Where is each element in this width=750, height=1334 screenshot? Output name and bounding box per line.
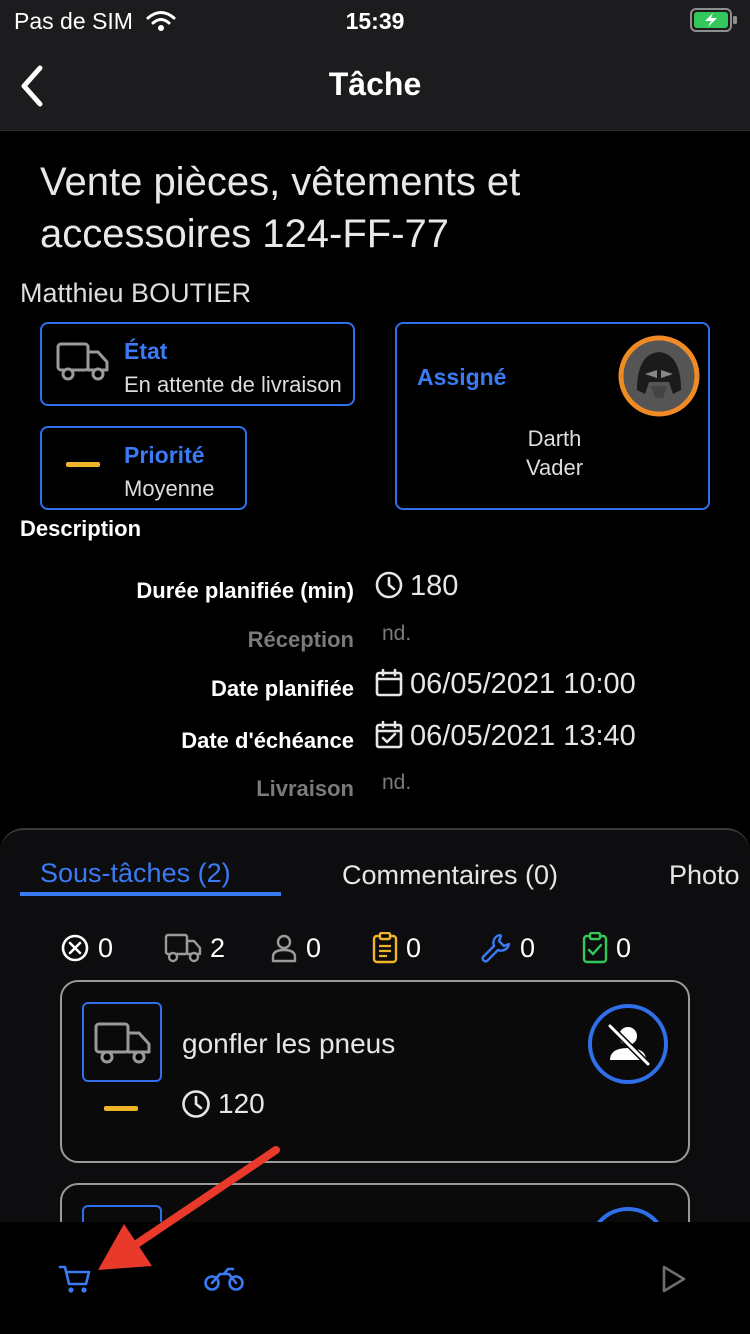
cart-icon[interactable]	[58, 1264, 92, 1294]
due-date-label: Date d'échéance	[181, 728, 354, 753]
counter-value: 0	[306, 932, 322, 963]
active-tab-indicator	[20, 892, 281, 896]
delivery-value: nd.	[382, 771, 412, 794]
state-card[interactable]: État En attente de livraison	[40, 322, 355, 406]
counter-value: 0	[98, 932, 114, 963]
assigned-card[interactable]: Assigné Darth Vader	[395, 322, 710, 510]
assignee-first-name: Darth	[527, 426, 582, 451]
reception-label: Réception	[247, 627, 354, 652]
due-date-value: 06/05/2021 13:40	[410, 720, 636, 752]
subtask-title: gonfler les pneus	[182, 1028, 396, 1059]
counter-cancelled[interactable]: 0	[60, 930, 113, 966]
nav-title: Tâche	[328, 66, 422, 102]
description-heading: Description	[20, 516, 142, 541]
priority-medium-icon	[104, 1106, 138, 1111]
subtask-card[interactable]: gonfler les pneus 120	[60, 980, 690, 1163]
battery-icon	[690, 8, 737, 32]
clock: 15:39	[345, 8, 405, 34]
motorcycle-icon[interactable]	[204, 1266, 244, 1292]
x-circle-icon	[61, 934, 89, 962]
truck-icon	[94, 1022, 151, 1064]
status-bar: Pas de SIM 15:39	[0, 0, 750, 44]
reception-value: nd.	[382, 622, 412, 645]
counter-in-progress[interactable]: 0	[480, 930, 535, 966]
assigned-label: Assigné	[417, 364, 507, 390]
counter-value: 2	[210, 932, 226, 963]
bottom-toolbar	[0, 1222, 750, 1334]
counter-done[interactable]: 0	[582, 930, 631, 966]
tab-photos[interactable]: Photo	[669, 860, 740, 891]
truck-icon	[164, 933, 202, 963]
counter-delivery[interactable]: 2	[164, 930, 225, 966]
priority-label: Priorité	[124, 442, 205, 468]
clipboard-icon	[372, 932, 398, 964]
task-title: Vente pièces, vêtements et accessoires 1…	[40, 160, 521, 256]
planned-date-label: Date planifiée	[210, 676, 354, 701]
delivery-label: Livraison	[256, 776, 354, 801]
state-value: En attente de livraison	[124, 372, 342, 397]
priority-medium-icon	[66, 462, 100, 467]
clock-icon	[375, 571, 403, 599]
counter-unassigned[interactable]: 0	[270, 930, 321, 966]
calendar-icon	[375, 668, 403, 697]
counter-value: 0	[520, 932, 536, 963]
planned-date-value: 06/05/2021 10:00	[410, 668, 636, 700]
clipboard-check-icon	[582, 932, 608, 964]
counter-value: 0	[616, 932, 632, 963]
unassigned-user-icon[interactable]	[586, 1002, 670, 1086]
priority-card[interactable]: Priorité Moyenne	[40, 426, 247, 510]
counter-value: 0	[406, 932, 422, 963]
navigation-bar: Tâche	[0, 44, 750, 131]
play-icon[interactable]	[660, 1264, 688, 1294]
assignee-last-name: Vader	[525, 455, 584, 480]
truck-icon	[56, 342, 109, 381]
priority-value: Moyenne	[124, 476, 215, 501]
customer-name: Matthieu BOUTIER	[20, 278, 252, 308]
tab-subtasks[interactable]: Sous-tâches (2)	[40, 858, 231, 889]
tab-comments[interactable]: Commentaires (0)	[342, 860, 558, 891]
person-icon	[271, 934, 297, 963]
calendar-check-icon	[375, 720, 403, 749]
clock-icon	[182, 1090, 210, 1118]
wrench-icon	[481, 933, 511, 963]
counter-todo[interactable]: 0	[372, 930, 421, 966]
state-label: État	[124, 338, 168, 364]
subtask-type-badge	[82, 1002, 162, 1082]
planned-duration-label: Durée planifiée (min)	[136, 578, 354, 603]
avatar	[618, 335, 700, 417]
subtask-duration: 120	[218, 1088, 265, 1119]
planned-duration-value: 180	[410, 570, 459, 602]
